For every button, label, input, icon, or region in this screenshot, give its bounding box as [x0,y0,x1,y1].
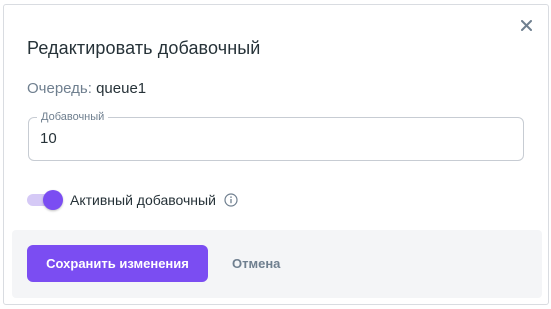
extension-field[interactable]: Добавочный [28,110,524,161]
extension-input[interactable] [40,130,500,147]
dialog-footer: Сохранить изменения Отмена [12,230,542,298]
cancel-button[interactable]: Отмена [224,245,288,282]
dialog-title: Редактировать добавочный [27,38,261,58]
extension-field-label: Добавочный [37,110,109,124]
queue-value: queue1 [96,80,147,97]
queue-info: Очередь: queue1 [27,80,146,97]
close-icon[interactable] [518,17,534,33]
toggle-knob [43,190,63,210]
active-extension-label: Активный добавочный [70,192,216,208]
save-changes-button[interactable]: Сохранить изменения [27,245,208,282]
info-icon[interactable] [224,193,238,207]
active-extension-toggle[interactable] [27,190,63,210]
queue-label: Очередь: [27,80,92,97]
active-extension-row: Активный добавочный [27,190,238,210]
edit-extension-dialog: Редактировать добавочный Очередь: queue1… [3,4,549,305]
